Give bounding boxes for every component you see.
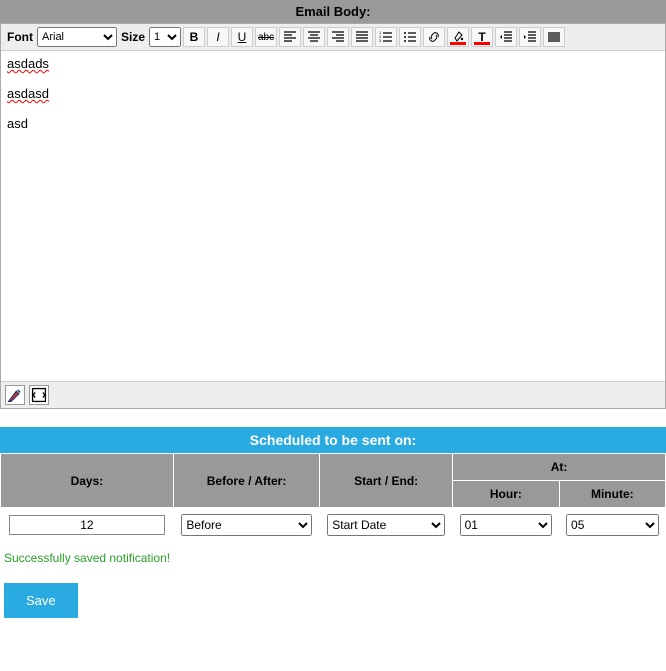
hour-select[interactable]: 01 <box>460 514 553 536</box>
svg-text:3: 3 <box>379 38 382 43</box>
col-before-after: Before / After: <box>173 454 319 508</box>
editor-bottom-toolbar <box>1 381 665 408</box>
start-end-select[interactable]: Start Date <box>327 514 445 536</box>
align-left-button[interactable] <box>279 27 301 47</box>
content-line-2: asdasd <box>7 86 49 101</box>
email-body-header: Email Body: <box>0 0 666 23</box>
schedule-header: Scheduled to be sent on: <box>0 427 666 453</box>
minute-select[interactable]: 05 <box>566 514 659 536</box>
editor-toolbar: Font Arial Size 1 B I U abc 123 <box>1 24 665 51</box>
editor-content-area[interactable]: asdads asdasd asd <box>1 51 665 381</box>
align-right-button[interactable] <box>327 27 349 47</box>
ordered-list-button[interactable]: 123 <box>375 27 397 47</box>
size-label: Size <box>121 30 145 44</box>
text-color-button[interactable]: T <box>471 27 493 47</box>
align-justify-button[interactable] <box>351 27 373 47</box>
background-color-button[interactable] <box>447 27 469 47</box>
days-input[interactable] <box>9 515 165 535</box>
col-at: At: <box>453 454 666 481</box>
font-select[interactable]: Arial <box>37 27 117 47</box>
col-days: Days: <box>1 454 174 508</box>
bold-button[interactable]: B <box>183 27 205 47</box>
status-message: Successfully saved notification! <box>0 543 666 583</box>
before-after-select[interactable]: Before <box>181 514 311 536</box>
align-center-button[interactable] <box>303 27 325 47</box>
size-select[interactable]: 1 <box>149 27 181 47</box>
col-start-end: Start / End: <box>320 454 453 508</box>
col-hour: Hour: <box>453 481 559 508</box>
col-minute: Minute: <box>559 481 665 508</box>
strikethrough-button[interactable]: abc <box>255 27 277 47</box>
save-button[interactable]: Save <box>4 583 78 618</box>
design-view-button[interactable] <box>5 385 25 405</box>
horizontal-rule-button[interactable] <box>543 27 565 47</box>
link-button[interactable] <box>423 27 445 47</box>
html-view-button[interactable] <box>29 385 49 405</box>
italic-button[interactable]: I <box>207 27 229 47</box>
rich-text-editor: Font Arial Size 1 B I U abc 123 <box>0 23 666 409</box>
unordered-list-button[interactable] <box>399 27 421 47</box>
content-line-3: asd <box>7 116 28 131</box>
schedule-table: Days: Before / After: Start / End: At: H… <box>0 453 666 543</box>
indent-button[interactable] <box>519 27 541 47</box>
outdent-button[interactable] <box>495 27 517 47</box>
font-label: Font <box>7 30 33 44</box>
underline-button[interactable]: U <box>231 27 253 47</box>
content-line-1: asdads <box>7 56 49 71</box>
